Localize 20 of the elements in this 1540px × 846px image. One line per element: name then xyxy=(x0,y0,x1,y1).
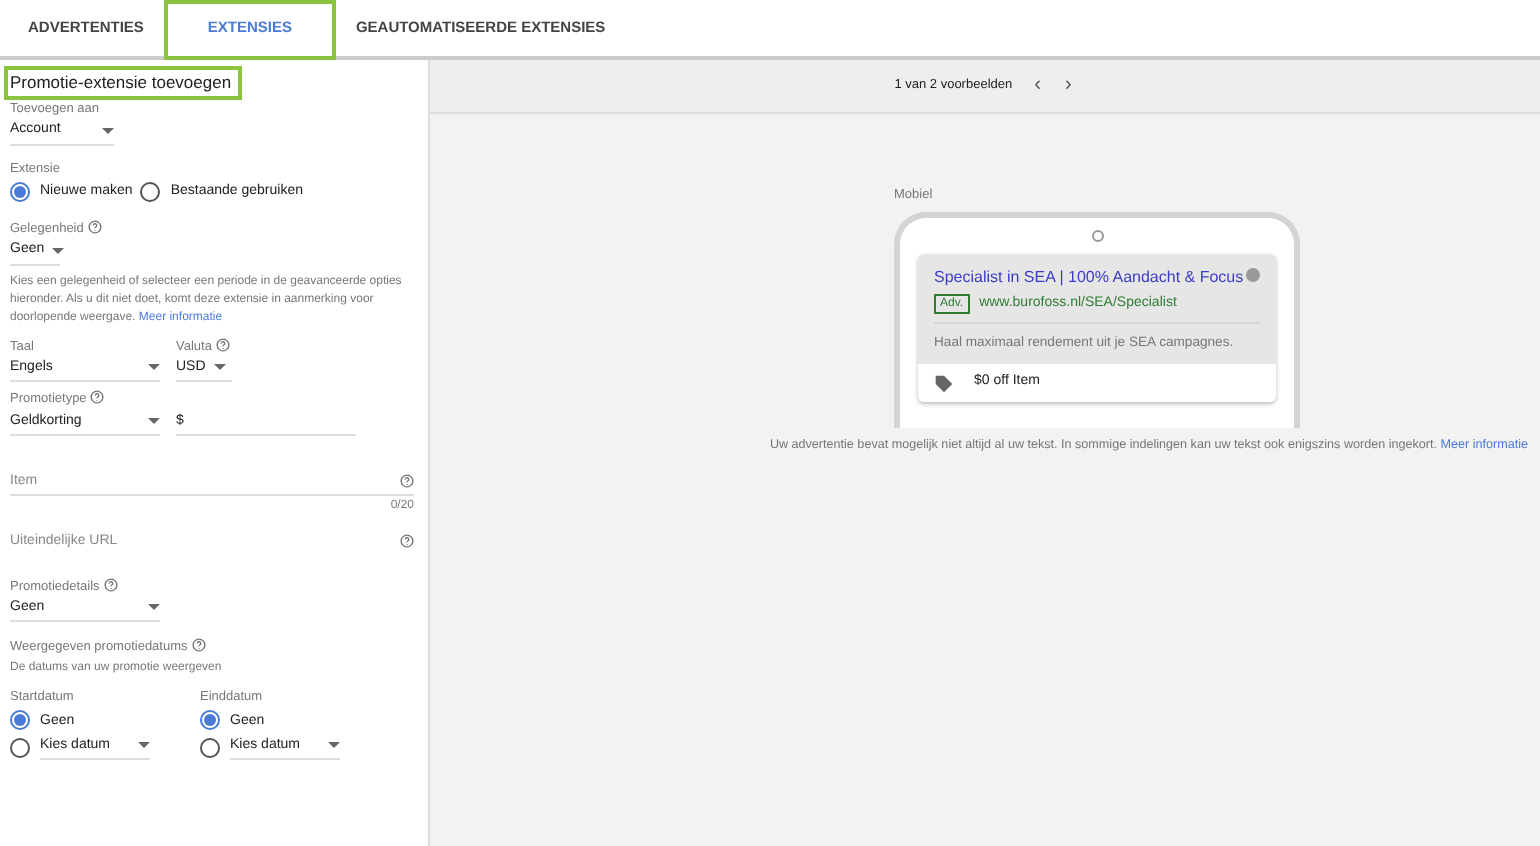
radio-button[interactable] xyxy=(200,710,220,731)
form-title: Promotie-extensie toevoegen xyxy=(4,66,242,101)
camera-icon xyxy=(1091,229,1103,242)
info-icon xyxy=(1246,267,1260,282)
help-icon[interactable] xyxy=(87,220,102,235)
help-icon[interactable] xyxy=(215,337,230,352)
tag-icon xyxy=(934,373,954,394)
help-icon[interactable] xyxy=(90,390,105,405)
radio-button[interactable] xyxy=(10,737,30,758)
radio-button[interactable] xyxy=(140,182,161,203)
radio-button[interactable] xyxy=(10,710,30,731)
help-icon[interactable] xyxy=(400,473,414,488)
radio-button[interactable] xyxy=(200,737,220,758)
help-icon[interactable] xyxy=(191,638,206,653)
help-icon[interactable] xyxy=(400,533,414,548)
radio-button[interactable] xyxy=(10,182,30,203)
next-button[interactable]: › xyxy=(1060,76,1076,96)
ad-headline: Specialist in SEA | 100% Aandacht & Focus xyxy=(934,265,1244,290)
previous-button[interactable]: ‹ xyxy=(1030,76,1045,96)
help-icon[interactable] xyxy=(103,577,118,592)
